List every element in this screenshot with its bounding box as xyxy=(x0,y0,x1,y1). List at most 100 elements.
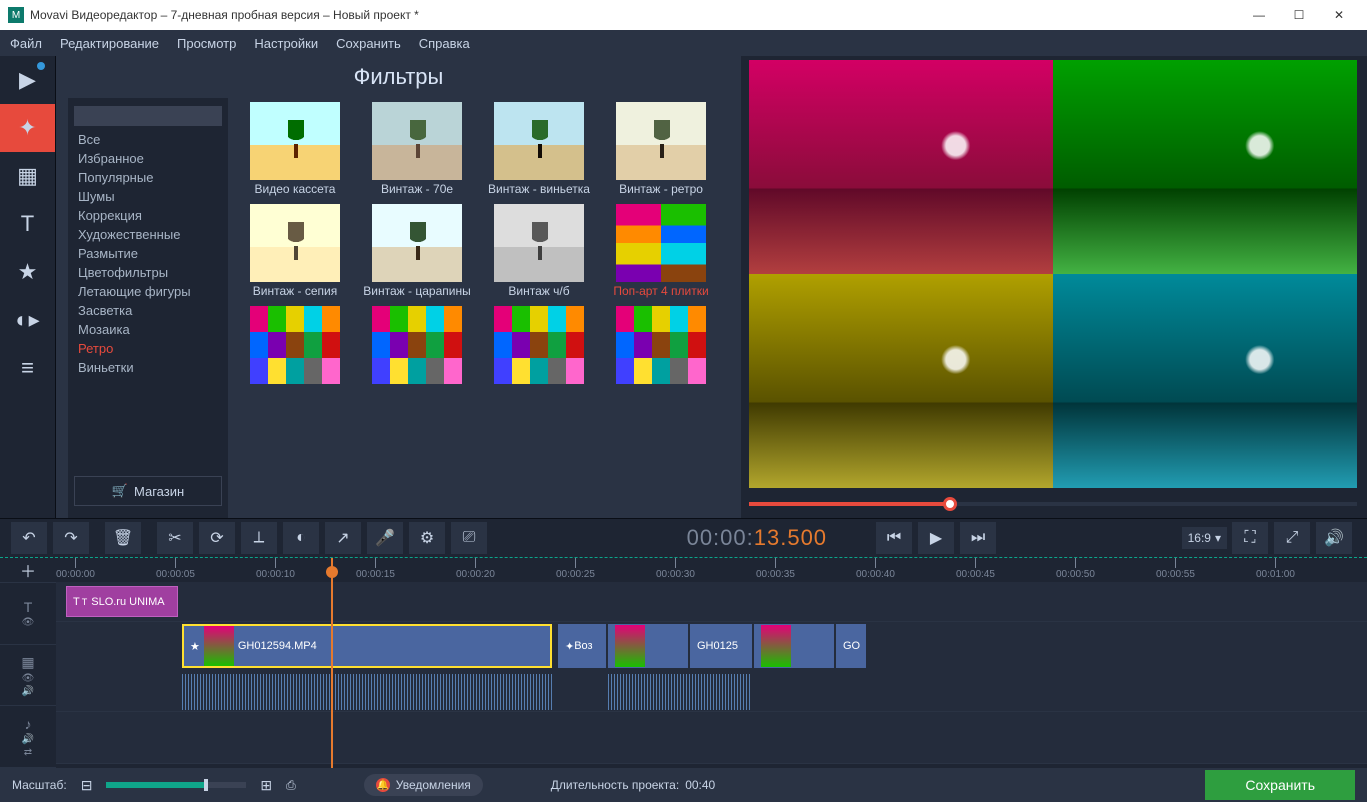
rail-filters-button[interactable]: ✦ xyxy=(0,104,55,152)
next-button[interactable]: ⏭ xyxy=(959,521,997,555)
redo-button[interactable]: ↷ xyxy=(52,521,90,555)
ruler-tick: 00:00:45 xyxy=(956,558,995,580)
audio-track-header[interactable]: ♪🔊⇄ xyxy=(0,706,56,768)
audio-waveform[interactable] xyxy=(182,674,552,710)
filter-label: Винтаж - царапины xyxy=(363,284,470,298)
time-ruler[interactable]: 00:00:0000:00:0500:00:1000:00:1500:00:20… xyxy=(56,558,1367,582)
video-track-header[interactable]: ▦👁🔊 xyxy=(0,645,56,707)
video-clip[interactable] xyxy=(608,624,688,668)
menu-сохранить[interactable]: Сохранить xyxy=(336,36,401,51)
filter-category[interactable]: Шумы xyxy=(68,187,228,206)
filter-category[interactable]: Коррекция xyxy=(68,206,228,225)
volume-button[interactable]: 🔊 xyxy=(1315,521,1353,555)
next-icon: ⏭ xyxy=(971,529,985,547)
fit-button[interactable]: ⛶ xyxy=(1231,521,1269,555)
cut-button[interactable]: ✂ xyxy=(156,521,194,555)
filter-item[interactable]: Поп-арт 4 плитки xyxy=(606,204,716,298)
filter-item[interactable]: Видео кассета xyxy=(240,102,350,196)
title-track[interactable]: TT SLO.ru UNIMA xyxy=(56,582,1367,622)
zoom-in-icon[interactable]: ⊞ xyxy=(260,777,272,794)
mic-button[interactable]: 🎤 xyxy=(366,521,404,555)
aspect-ratio-selector[interactable]: 16:9▾ xyxy=(1182,527,1227,549)
menu-файл[interactable]: Файл xyxy=(10,36,42,51)
rotate-button[interactable]: ⟳ xyxy=(198,521,236,555)
filter-category[interactable]: Ретро xyxy=(68,339,228,358)
save-button[interactable]: Сохранить xyxy=(1205,770,1355,800)
preview-quadrant xyxy=(1053,274,1357,488)
menu-редактирование[interactable]: Редактирование xyxy=(60,36,159,51)
export-button[interactable]: ↗ xyxy=(324,521,362,555)
filter-item[interactable]: Винтаж - ретро xyxy=(606,102,716,196)
maximize-button[interactable]: ☐ xyxy=(1279,0,1319,30)
timeline-body[interactable]: 00:00:0000:00:0500:00:1000:00:1500:00:20… xyxy=(56,558,1367,768)
menu-настройки[interactable]: Настройки xyxy=(254,36,318,51)
notifications-button[interactable]: 🔔 Уведомления xyxy=(364,774,483,796)
rail-titles-button[interactable]: T xyxy=(0,200,55,248)
filter-category[interactable]: Засветка xyxy=(68,301,228,320)
audio-track[interactable] xyxy=(56,712,1367,764)
window-titlebar: M Movavi Видеоредактор – 7-дневная пробн… xyxy=(0,0,1367,30)
filter-category[interactable]: Популярные xyxy=(68,168,228,187)
video-clip[interactable]: ★GH012594.MP4 xyxy=(182,624,552,668)
crop-button[interactable]: ⟂ xyxy=(240,521,278,555)
audio-waveform[interactable] xyxy=(608,674,752,710)
redo-icon: ↷ xyxy=(64,528,77,548)
filter-category[interactable]: Избранное xyxy=(68,149,228,168)
zoom-slider[interactable] xyxy=(106,782,246,788)
filter-item[interactable]: Винтаж - виньетка xyxy=(484,102,594,196)
gear-button[interactable]: ⚙ xyxy=(408,521,446,555)
add-track-button[interactable]: ＋ xyxy=(0,558,56,583)
filter-category[interactable]: Мозаика xyxy=(68,320,228,339)
eye-icon: 👁 xyxy=(22,617,35,628)
color-button[interactable]: ◐ xyxy=(282,521,320,555)
undo-button[interactable]: ↶ xyxy=(10,521,48,555)
filter-item[interactable]: Винтаж - царапины xyxy=(362,204,472,298)
title-clip[interactable]: TT SLO.ru UNIMA xyxy=(66,586,178,617)
preview-seekbar[interactable] xyxy=(749,494,1357,514)
filter-item[interactable] xyxy=(240,306,350,386)
filter-category[interactable]: Цветофильтры xyxy=(68,263,228,282)
store-button[interactable]: 🛒 Магазин xyxy=(74,476,222,506)
fullscreen-button[interactable]: ⤢ xyxy=(1273,521,1311,555)
ruler-tick: 00:00:15 xyxy=(356,558,395,580)
filter-category[interactable]: Все xyxy=(68,130,228,149)
filter-category[interactable]: Летающие фигуры xyxy=(68,282,228,301)
rail-transitions-button[interactable]: ▦ xyxy=(0,152,55,200)
playhead[interactable] xyxy=(331,558,333,768)
filter-category[interactable]: Виньетки xyxy=(68,358,228,377)
rail-stickers-button[interactable]: ★ xyxy=(0,248,55,296)
zoom-out-icon[interactable]: ⊟ xyxy=(81,777,93,794)
fullscreen-icon: ⤢ xyxy=(1286,529,1299,547)
volume-icon: 🔊 xyxy=(1324,528,1344,548)
filter-category[interactable]: Размытие xyxy=(68,244,228,263)
video-clip[interactable]: GH0125 xyxy=(690,624,752,668)
filter-item[interactable] xyxy=(362,306,472,386)
menu-справка[interactable]: Справка xyxy=(419,36,470,51)
filter-item[interactable]: Винтаж - сепия xyxy=(240,204,350,298)
wand-icon: ✦ xyxy=(18,115,36,141)
menu-просмотр[interactable]: Просмотр xyxy=(177,36,236,51)
filter-grid: Видео кассетаВинтаж - 70еВинтаж - виньет… xyxy=(228,98,729,518)
prev-button[interactable]: ⏮ xyxy=(875,521,913,555)
filter-item[interactable]: Винтаж - 70е xyxy=(362,102,472,196)
rail-import-button[interactable]: ▶ xyxy=(0,56,55,104)
close-button[interactable]: ✕ xyxy=(1319,0,1359,30)
fit-timeline-icon[interactable]: ⎙ xyxy=(286,778,296,793)
video-track[interactable]: ★GH012594.MP4✦ Воз GH0125 GO xyxy=(56,622,1367,712)
rail-shapes-button[interactable]: ◐▸ xyxy=(0,296,55,344)
video-clip[interactable] xyxy=(754,624,834,668)
sliders-button[interactable]: ⎚ xyxy=(450,521,488,555)
filter-item[interactable] xyxy=(484,306,594,386)
rail-more-button[interactable]: ≡ xyxy=(0,344,55,392)
filter-item[interactable]: Винтаж ч/б xyxy=(484,204,594,298)
filter-category[interactable]: Художественные xyxy=(68,225,228,244)
trash-button[interactable]: 🗑 xyxy=(104,521,142,555)
play-button[interactable]: ▶ xyxy=(917,521,955,555)
filter-search-input[interactable] xyxy=(74,106,222,126)
video-clip[interactable]: GO xyxy=(836,624,866,668)
video-clip[interactable]: ✦ Воз xyxy=(558,624,606,668)
minimize-button[interactable]: — xyxy=(1239,0,1279,30)
title-track-header[interactable]: T👁 xyxy=(0,583,56,645)
filter-item[interactable] xyxy=(606,306,716,386)
statusbar: Масштаб: ⊟ ⊞ ⎙ 🔔 Уведомления Длительност… xyxy=(0,768,1367,802)
